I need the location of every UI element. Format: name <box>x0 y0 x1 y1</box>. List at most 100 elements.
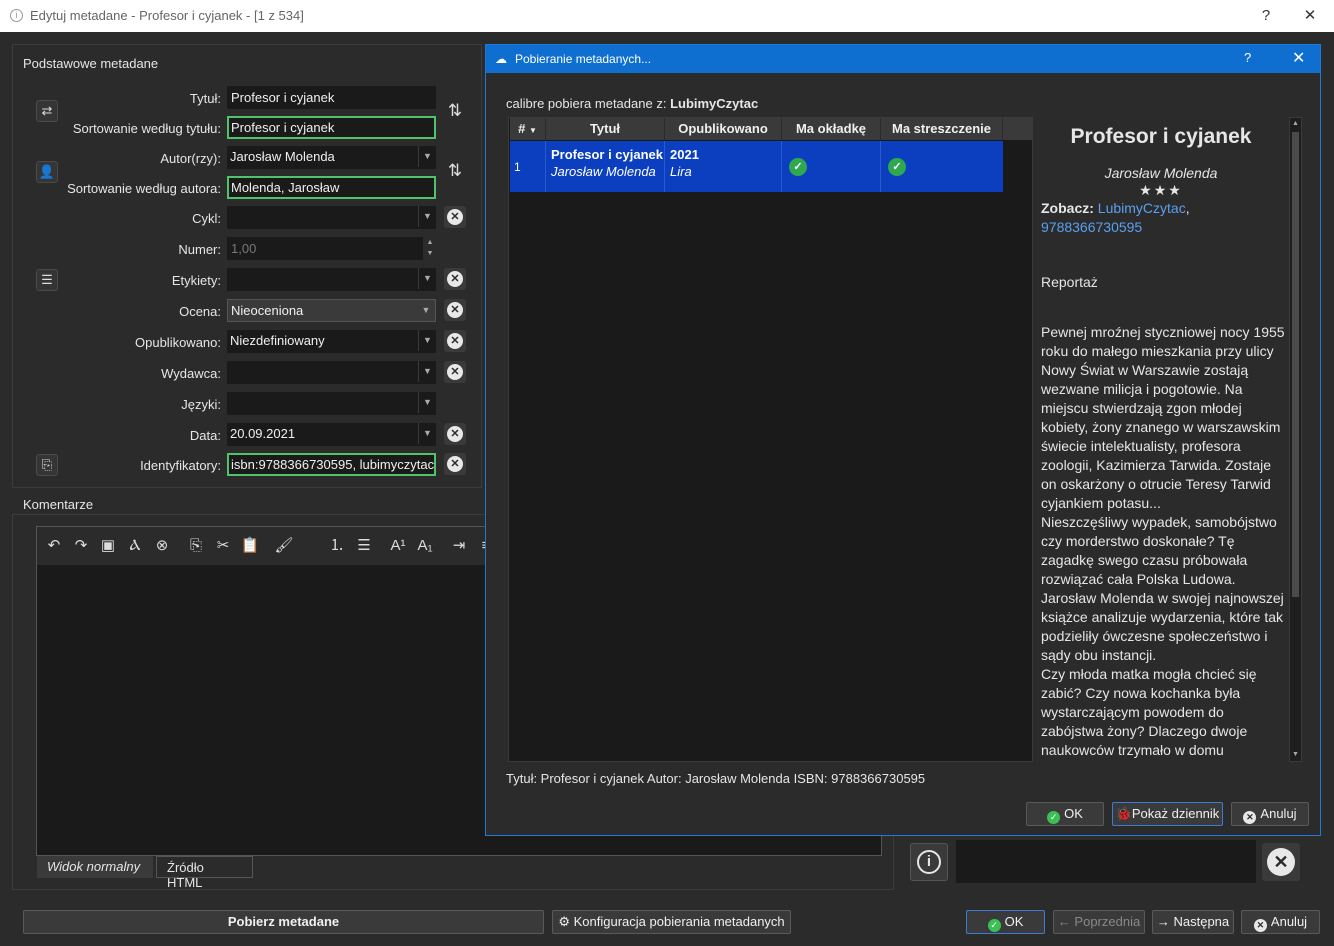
scroll-thumb[interactable] <box>1292 132 1299 597</box>
column-number-label: # <box>518 121 526 136</box>
author-combo[interactable]: Jarosław Molenda ▼ <box>227 146 436 169</box>
help-button[interactable]: ? <box>1252 4 1280 28</box>
arrow-right-icon: → <box>1156 914 1174 929</box>
details-scrollbar[interactable]: ▲ ▼ <box>1289 117 1302 762</box>
previous-label: Poprzednia <box>1074 914 1141 929</box>
chevron-down-icon[interactable]: ▼ <box>418 206 436 227</box>
column-header-title[interactable]: Tytuł <box>546 118 665 140</box>
tags-combo[interactable]: ▼ <box>227 268 436 291</box>
table-row[interactable]: 1 Profesor i cyjanek Jarosław Molenda 20… <box>510 141 1003 192</box>
clear-publisher-button[interactable]: ✕ <box>444 361 466 383</box>
superscript-icon[interactable]: A¹ <box>387 536 409 556</box>
rating-combo[interactable]: Nieoceniona ▼ <box>227 299 436 322</box>
next-label: Następna <box>1173 914 1230 929</box>
scroll-up-icon[interactable]: ▲ <box>1290 118 1301 130</box>
ok-button[interactable]: ✓ OK <box>966 910 1045 934</box>
isbn-link[interactable]: 9788366730595 <box>1041 219 1142 235</box>
info-icon: i <box>917 850 941 874</box>
fetch-metadata-button[interactable]: Pobierz metadane <box>23 910 544 934</box>
column-header-has-cover[interactable]: Ma okładkę <box>782 118 881 140</box>
published-label: Opublikowano: <box>135 335 221 350</box>
cut-icon[interactable]: ✂ <box>212 536 234 556</box>
number-spinner[interactable]: ▲ ▼ <box>424 237 436 260</box>
row-title: Profesor i cyjanek <box>551 147 663 162</box>
chevron-down-icon[interactable]: ▼ <box>418 392 436 413</box>
paste-icon[interactable]: 📋 <box>239 536 261 556</box>
details-see-line: Zobacz: LubimyCzytac, 9788366730595 <box>1041 200 1190 235</box>
clear-rating-button[interactable]: ✕ <box>444 299 466 321</box>
title-sort-auto-button[interactable]: ⇅ <box>442 98 468 124</box>
copy-icon[interactable]: ⎘ <box>185 536 207 556</box>
basic-metadata-panel <box>12 44 482 488</box>
publisher-combo[interactable]: ▼ <box>227 361 436 384</box>
series-number-field[interactable]: 1,00 <box>227 237 423 260</box>
column-header-number[interactable]: # ▼ <box>510 118 546 140</box>
close-window-button[interactable]: ✕ <box>1296 4 1324 28</box>
clear-published-button[interactable]: ✕ <box>444 330 466 352</box>
author-sort-field[interactable]: Molenda, Jarosław <box>227 176 436 199</box>
remove-format-icon[interactable]: Ⲁ <box>124 536 146 556</box>
clear-date-button[interactable]: ✕ <box>444 423 466 445</box>
rating-label: Ocena: <box>179 304 221 319</box>
configure-download-button[interactable]: ⚙ Konfiguracja pobierania metadanych <box>552 910 791 934</box>
show-log-button[interactable]: 🐞Pokaż dziennik <box>1112 802 1223 826</box>
series-combo[interactable]: ▼ <box>227 206 436 229</box>
identifiers-field[interactable]: isbn:9788366730595, lubimyczytac:4 <box>227 453 436 476</box>
comments-title: Komentarze <box>23 497 94 512</box>
dialog-help-button[interactable]: ? <box>1244 50 1251 65</box>
cancel-label: Anuluj <box>1270 914 1308 929</box>
languages-combo[interactable]: ▼ <box>227 392 436 415</box>
details-tag: Reportaż <box>1041 274 1098 290</box>
sort-down-icon: ▼ <box>528 126 537 135</box>
tab-html-source[interactable]: Źródło HTML <box>156 856 253 890</box>
remove-cover-button[interactable]: ✕ <box>1262 843 1300 881</box>
select-all-icon[interactable]: ▣ <box>97 536 119 556</box>
fetch-metadata-label: Pobierz metadane <box>227 914 340 929</box>
clear-tags-button[interactable]: ✕ <box>444 268 466 290</box>
clear-identifiers-button[interactable]: ✕ <box>444 453 466 475</box>
dialog-cancel-label: Anuluj <box>1260 806 1297 821</box>
title-sort-field[interactable]: Profesor i cyjanek <box>227 116 436 139</box>
tab-normal-view[interactable]: Widok normalny <box>37 856 153 878</box>
row-year: 2021 <box>670 147 699 162</box>
scroll-down-icon[interactable]: ▼ <box>1290 749 1301 761</box>
cover-info-button[interactable]: i <box>910 843 948 881</box>
clear-icon[interactable]: ⊗ <box>151 536 173 556</box>
row-number: 1 <box>514 160 521 174</box>
cancel-button[interactable]: ✕ Anuluj <box>1241 910 1320 934</box>
lubimyczytac-link[interactable]: LubimyCzytac <box>1098 200 1186 216</box>
chevron-down-icon[interactable]: ▼ <box>418 361 436 382</box>
close-icon: ✕ <box>447 333 463 349</box>
show-log-label: Pokaż dziennik <box>1131 806 1220 821</box>
chevron-down-icon[interactable]: ▼ <box>418 268 436 289</box>
chevron-down-icon[interactable]: ▼ <box>418 423 436 444</box>
author-value: Jarosław Molenda <box>230 149 335 164</box>
chevron-down-icon[interactable]: ▼ <box>418 330 436 351</box>
gear-icon: ⚙ <box>558 914 574 929</box>
ordered-list-icon[interactable]: ⒈ <box>326 536 348 556</box>
brush-icon[interactable]: 🖌 <box>273 536 295 556</box>
undo-icon[interactable]: ↶ <box>43 536 65 556</box>
see-label: Zobacz: <box>1041 200 1094 216</box>
redo-icon[interactable]: ↷ <box>70 536 92 556</box>
published-combo[interactable]: Niezdefiniowany ▼ <box>227 330 436 353</box>
next-button[interactable]: → Następna <box>1152 910 1234 934</box>
chevron-down-icon[interactable]: ▼ <box>417 300 435 321</box>
details-panel: Profesor i cyjanek Jarosław Molenda ★★★ … <box>1041 117 1289 762</box>
clear-series-button[interactable]: ✕ <box>444 206 466 228</box>
unordered-list-icon[interactable]: ☰ <box>353 536 375 556</box>
chevron-down-icon[interactable]: ▼ <box>418 146 436 167</box>
subscript-icon[interactable]: A₁ <box>414 536 436 556</box>
previous-button[interactable]: ← Poprzednia <box>1053 910 1145 934</box>
author-sort-auto-button[interactable]: ⇅ <box>442 158 468 184</box>
dialog-ok-button[interactable]: ✓ OK <box>1026 802 1104 826</box>
column-header-published[interactable]: Opublikowano <box>665 118 782 140</box>
indent-icon[interactable]: ⇥ <box>448 536 470 556</box>
dialog-close-button[interactable]: ✕ <box>1292 48 1305 68</box>
title-field[interactable]: Profesor i cyjanek <box>227 86 436 109</box>
column-header-has-summary[interactable]: Ma streszczenie <box>881 118 1003 140</box>
date-combo[interactable]: 20.09.2021 ▼ <box>227 423 436 446</box>
source-line: calibre pobiera metadane z: LubimyCzytac <box>506 96 758 111</box>
dialog-cancel-button[interactable]: ✕ Anuluj <box>1231 802 1309 826</box>
check-icon: ✓ <box>987 919 1001 932</box>
